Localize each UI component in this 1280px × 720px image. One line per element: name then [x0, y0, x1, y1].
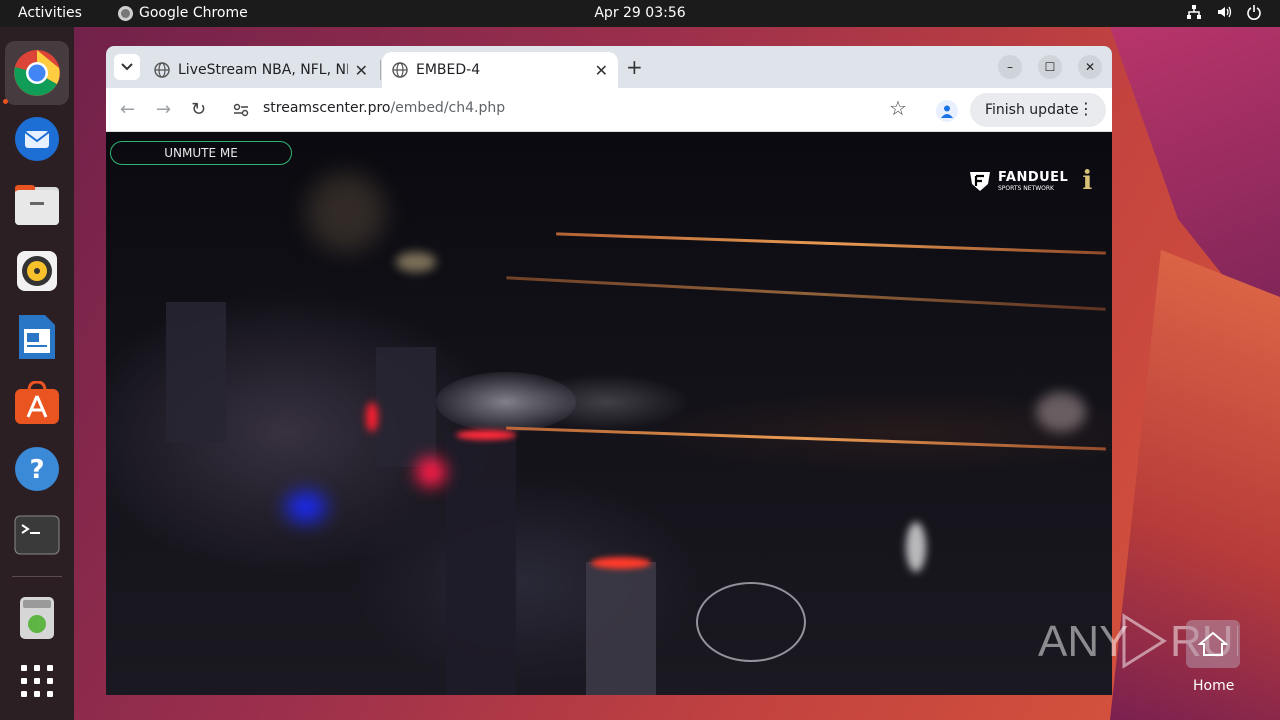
minimize-button[interactable]: – [998, 55, 1022, 79]
activities-button[interactable]: Activities [18, 5, 82, 21]
address-bar[interactable]: streamscenter.pro/embed/ch4.php [263, 100, 505, 116]
logo-main-text: FANDUEL [998, 169, 1069, 185]
video-scene [906, 522, 926, 572]
video-scene [286, 492, 326, 522]
globe-icon [392, 62, 408, 78]
terminal-icon [14, 515, 60, 555]
chevron-down-icon [121, 63, 133, 71]
tab-title: LiveStream NBA, NFL, NHL [178, 62, 348, 78]
video-scene [506, 426, 1106, 451]
video-scene [696, 582, 806, 662]
tab-livestream[interactable]: LiveStream NBA, NFL, NHL ✕ [146, 52, 378, 88]
video-scene [591, 557, 651, 569]
dock-terminal[interactable] [5, 503, 69, 567]
finish-update-label: Finish update [985, 102, 1079, 118]
home-folder-icon[interactable] [1186, 620, 1240, 668]
video-scene [556, 232, 1106, 255]
video-scene [446, 432, 516, 695]
running-indicator [3, 99, 8, 104]
reload-button[interactable]: ↻ [191, 99, 206, 120]
forward-button[interactable]: → [156, 99, 171, 120]
rhythmbox-icon [17, 251, 57, 291]
video-scene [396, 252, 436, 272]
writer-icon [19, 315, 55, 359]
video-player[interactable]: UNMUTE ME FANDUEL SPORTS NETWORK i [106, 132, 1112, 695]
tab-title: EMBED-4 [416, 62, 481, 78]
close-tab-icon[interactable]: ✕ [355, 61, 368, 80]
volume-icon [1216, 4, 1232, 20]
video-scene [456, 430, 516, 440]
tab-embed[interactable]: EMBED-4 ✕ [382, 52, 618, 88]
dock: ? [0, 27, 74, 720]
finish-update-button[interactable]: Finish update ⋮ [970, 93, 1106, 127]
video-scene [436, 372, 576, 432]
video-scene [506, 276, 1106, 311]
top-bar: Activities Google Chrome Apr 29 03:56 [0, 0, 1280, 27]
tab-search-button[interactable] [114, 54, 140, 80]
files-icon [15, 185, 59, 225]
tab-divider [380, 60, 381, 80]
app-grid-icon [21, 665, 53, 697]
fanduel-logo: FANDUEL SPORTS NETWORK i [968, 166, 1092, 196]
app-name: Google Chrome [139, 5, 248, 21]
system-tray[interactable] [1186, 4, 1262, 20]
close-tab-icon[interactable]: ✕ [595, 61, 608, 80]
maximize-button[interactable]: ☐ [1038, 55, 1062, 79]
video-scene [376, 347, 436, 467]
video-scene [586, 562, 656, 695]
home-label: Home [1193, 678, 1235, 694]
video-scene [1036, 392, 1086, 432]
browser-window: LiveStream NBA, NFL, NHL ✕ EMBED-4 ✕ + –… [106, 46, 1112, 695]
profile-button[interactable] [936, 100, 958, 122]
dock-help[interactable]: ? [5, 437, 69, 501]
svg-text:?: ? [29, 455, 44, 485]
dock-thunderbird[interactable] [5, 107, 69, 171]
dock-writer[interactable] [5, 305, 69, 369]
video-scene [166, 302, 226, 442]
chrome-icon [118, 5, 133, 21]
video-scene [366, 402, 378, 432]
person-icon [941, 105, 953, 118]
browser-toolbar: ← → ↻ streamscenter.pro/embed/ch4.php ☆ … [106, 88, 1112, 132]
network-icon [1186, 4, 1202, 20]
fanduel-shield-icon [970, 172, 990, 191]
app-center-icon [15, 381, 59, 424]
video-scene [416, 457, 446, 487]
dock-separator [12, 576, 62, 577]
site-info-icon[interactable] [230, 99, 252, 121]
unmute-button[interactable]: UNMUTE ME [110, 141, 292, 165]
trash-icon [20, 597, 54, 639]
url-path: /embed/ch4.php [390, 100, 506, 116]
more-menu-icon[interactable]: ⋮ [1078, 99, 1094, 118]
dock-app-grid[interactable] [5, 649, 69, 713]
thunderbird-icon [15, 117, 59, 161]
bookmark-star-icon[interactable]: ☆ [889, 96, 907, 120]
new-tab-button[interactable]: + [626, 55, 643, 79]
help-icon: ? [15, 447, 59, 491]
url-host: streamscenter.pro [263, 100, 391, 116]
dock-rhythmbox[interactable] [5, 239, 69, 303]
dock-chrome[interactable] [5, 41, 69, 105]
svg-text:ANY: ANY [1038, 617, 1128, 666]
tab-strip: LiveStream NBA, NFL, NHL ✕ EMBED-4 ✕ + –… [106, 46, 1112, 88]
dock-app-center[interactable] [5, 371, 69, 435]
app-menu[interactable]: Google Chrome [118, 5, 248, 21]
globe-icon [154, 62, 170, 78]
close-window-button[interactable]: ✕ [1078, 55, 1102, 79]
dock-files[interactable] [5, 173, 69, 237]
logo-sub-text: SPORTS NETWORK [998, 184, 1054, 192]
chrome-icon [14, 50, 60, 96]
video-scene [306, 172, 386, 252]
info-icon: i [1082, 166, 1093, 196]
back-button[interactable]: ← [120, 99, 135, 120]
dock-trash[interactable] [5, 586, 69, 650]
power-icon [1246, 4, 1262, 20]
